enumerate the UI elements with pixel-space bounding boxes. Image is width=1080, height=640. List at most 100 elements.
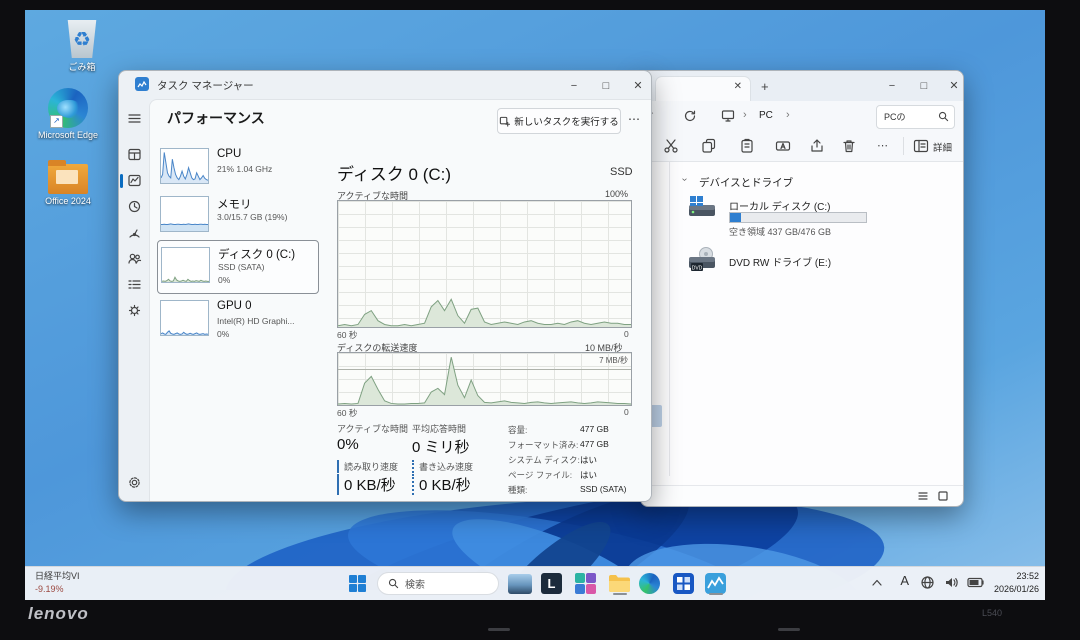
tm-services-icon[interactable] (127, 303, 142, 318)
tm-sidebar-item-memory[interactable]: メモリ 3.0/15.7 GB (19%) (157, 194, 317, 238)
details-button-label[interactable]: 詳細 (933, 140, 952, 154)
drive-c-free-space: 空き領域 437 GB/476 GB (729, 225, 831, 238)
delete-icon[interactable] (841, 138, 857, 154)
office-folder-icon (48, 164, 88, 194)
breadcrumb-chevron-icon-2: › (786, 109, 790, 121)
explorer-tab[interactable]: ✕ (655, 76, 751, 102)
tm-minimize-button[interactable]: − (561, 76, 587, 96)
copy-icon[interactable] (701, 138, 717, 154)
taskbar-app-colorful[interactable] (573, 571, 598, 596)
rename-icon[interactable] (775, 138, 791, 154)
drive-e-name: DVD RW ドライブ (E:) (729, 254, 831, 269)
tm-performance-icon[interactable] (127, 173, 142, 188)
run-new-task-button[interactable]: 新しいタスクを実行する (497, 108, 621, 134)
dvd-drive-icon: DVD (687, 247, 717, 273)
stat-response-label: 平均応答時間 (412, 422, 466, 435)
large-icons-view-icon[interactable] (937, 490, 949, 502)
tm-startup-apps-icon[interactable] (127, 225, 142, 240)
file-explorer-window: ✕ + − □ ✕ ↑ › PC › PCの (640, 70, 964, 507)
new-tab-button[interactable]: + (761, 79, 769, 94)
explorer-search-input[interactable]: PCの (876, 105, 955, 129)
stock-percent: -9.19% (35, 583, 80, 596)
prop-type-value: SSD (SATA) (580, 484, 626, 494)
disk-panel-title: ディスク 0 (C:) (337, 160, 451, 185)
drive-c-usage-bar (729, 212, 867, 223)
battery-icon[interactable] (967, 577, 985, 588)
prop-pagefile-value: はい (580, 469, 597, 481)
volume-icon[interactable] (944, 575, 959, 590)
explorer-tab-strip: ✕ + − □ ✕ (641, 71, 963, 101)
tm-maximize-button[interactable]: □ (593, 76, 619, 96)
search-icon (938, 111, 949, 122)
disk-label: ディスク 0 (C:) (218, 246, 295, 262)
edge-icon: ↗ (48, 88, 88, 128)
monitor-brand-logo: lenovo (28, 604, 89, 624)
bezel-screw-mark (488, 628, 510, 631)
taskbar-edge-button[interactable] (637, 571, 662, 596)
tm-close-button[interactable]: ✕ (625, 76, 651, 96)
task-manager-icon (705, 573, 726, 594)
prop-pagefile-label: ページ ファイル: (508, 469, 572, 481)
tm-sidebar-item-disk0[interactable]: ディスク 0 (C:) SSD (SATA) 0% (157, 240, 319, 294)
taskbar-office-button[interactable] (671, 571, 696, 596)
section-header[interactable]: デバイスとドライブ (699, 175, 793, 190)
explorer-minimize-button[interactable]: − (879, 76, 905, 96)
desktop-icon-recycle-bin[interactable]: ♻ ごみ箱 (47, 20, 117, 73)
tm-settings-gear-icon[interactable] (127, 475, 142, 490)
cut-icon[interactable] (663, 138, 679, 154)
tm-users-icon[interactable] (127, 251, 142, 266)
tm-navigation-rail (119, 99, 149, 501)
stat-active-label: アクティブな時間 (337, 422, 408, 435)
list-view-icon[interactable] (917, 490, 929, 502)
desktop-icon-office[interactable]: Office 2024 (33, 160, 103, 206)
disk-mini-chart (161, 247, 210, 283)
stat-write-value: 0 KB/秒 (412, 474, 471, 495)
taskbar-search-label: 検索 (405, 576, 425, 591)
more-options-icon[interactable]: ⋯ (877, 139, 888, 152)
gpu-mini-chart (160, 300, 209, 336)
task-manager-window: タスク マネージャー − □ ✕ (118, 70, 652, 502)
ime-mode-indicator[interactable]: A (900, 573, 909, 588)
taskbar-file-explorer-button[interactable] (607, 571, 632, 596)
stock-name: 日経平均VI (35, 570, 80, 583)
tm-more-options-icon[interactable]: ⋯ (628, 112, 640, 126)
chart1-x-left: 60 秒 (337, 329, 357, 341)
tm-sidebar-item-gpu[interactable]: GPU 0 Intel(R) HD Graphi... 0% (157, 298, 317, 350)
start-button[interactable] (345, 571, 370, 596)
taskbar-clock[interactable]: 23:52 2026/01/26 (994, 570, 1039, 596)
cpu-mini-chart (160, 148, 209, 184)
search-icon (388, 578, 399, 589)
desktop-icon-edge[interactable]: ↗ Microsoft Edge (33, 88, 103, 140)
explorer-maximize-button[interactable]: □ (911, 76, 937, 96)
prop-formatted-value: 477 GB (580, 439, 609, 449)
explorer-close-button[interactable]: ✕ (941, 76, 967, 96)
tab-close-icon[interactable]: ✕ (734, 81, 742, 92)
taskbar-search-box[interactable]: 検索 (377, 572, 499, 595)
tm-menu-icon[interactable] (127, 111, 142, 126)
tray-chevron-up-icon[interactable] (871, 578, 883, 587)
clock-date: 2026/01/26 (994, 583, 1039, 596)
prop-type-label: 種類: (508, 484, 527, 496)
run-task-icon (499, 116, 510, 127)
share-icon[interactable] (809, 138, 825, 154)
refresh-icon[interactable] (683, 109, 697, 123)
taskbar-widgets-weather-button[interactable] (507, 571, 532, 596)
tm-app-history-icon[interactable] (127, 199, 142, 214)
tm-sidebar-item-cpu[interactable]: CPU 21% 1.04 GHz (157, 146, 317, 190)
gpu-percent: 0% (217, 329, 229, 339)
widgets-stock-button[interactable]: 日経平均VI -9.19% (35, 570, 80, 596)
chart2-x-left: 60 秒 (337, 407, 357, 419)
tm-processes-icon[interactable] (127, 147, 142, 162)
details-view-icon[interactable] (913, 138, 929, 154)
chart2-x-right: 0 (624, 407, 629, 417)
tm-details-icon[interactable] (127, 277, 142, 292)
task-manager-app-icon (135, 77, 149, 91)
taskbar-task-manager-button[interactable] (703, 571, 728, 596)
taskbar-app-l[interactable]: L (539, 571, 564, 596)
network-globe-icon[interactable] (920, 575, 935, 590)
breadcrumb-pc[interactable]: PC (759, 110, 773, 121)
stat-response-value: 0 ミリ秒 (412, 436, 470, 457)
section-collapse-chevron-icon[interactable]: › (679, 178, 690, 181)
memory-label: メモリ (217, 196, 252, 212)
paste-icon[interactable] (739, 138, 755, 154)
